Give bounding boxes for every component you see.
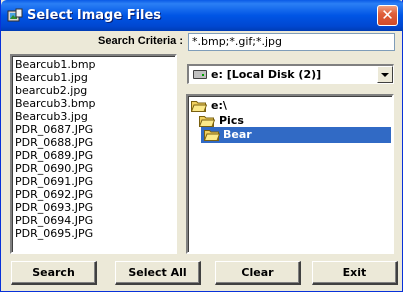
search-criteria-label: Search Criteria :	[98, 35, 183, 47]
file-list[interactable]: Bearcub1.bmp Bearcub1.jpg bearcub2.jpg Bear…	[10, 54, 177, 254]
close-button[interactable]: ✕	[377, 5, 398, 26]
image-files-app-icon	[7, 8, 23, 22]
exit-button[interactable]: Exit	[312, 261, 398, 285]
file-list-item[interactable]: PDR_0690.JPG	[15, 162, 175, 175]
select-image-files-dialog: Select Image Files ✕ Search Criteria : *…	[0, 0, 403, 292]
search-button[interactable]: Search	[11, 261, 97, 285]
directory-item-bear[interactable]: Bear	[201, 127, 391, 143]
title-bar[interactable]: Select Image Files ✕	[1, 0, 403, 31]
file-list-item[interactable]: Bearcub3.bmp	[15, 97, 175, 110]
file-list-item[interactable]: bearcub2.jpg	[15, 84, 175, 97]
directory-item-root[interactable]: e:\	[191, 98, 251, 114]
window-title: Select Image Files	[27, 8, 162, 23]
file-list-item[interactable]: PDR_0689.JPG	[15, 149, 175, 162]
close-icon: ✕	[381, 6, 394, 24]
open-folder-icon	[204, 130, 220, 141]
file-list-item[interactable]: PDR_0691.JPG	[15, 175, 175, 188]
clear-button[interactable]: Clear	[215, 261, 301, 285]
open-folder-icon	[191, 101, 207, 112]
drive-select[interactable]: e: [Local Disk (2)]	[187, 64, 394, 84]
file-list-item[interactable]: PDR_0692.JPG	[15, 188, 175, 201]
file-list-item[interactable]: Bearcub3.jpg	[15, 110, 175, 123]
file-list-item[interactable]: PDR_0693.JPG	[15, 201, 175, 214]
file-list-item[interactable]: PDR_0688.JPG	[15, 136, 175, 149]
directory-label: e:\	[211, 99, 227, 112]
file-list-item[interactable]: PDR_0695.JPG	[15, 227, 175, 240]
select-all-button[interactable]: Select All	[115, 261, 201, 285]
directory-label: Bear	[223, 128, 252, 141]
file-list-item[interactable]: Bearcub1.bmp	[15, 58, 175, 71]
open-folder-icon	[199, 116, 215, 127]
drive-select-value: e: [Local Disk (2)]	[211, 68, 322, 81]
file-list-item[interactable]: PDR_0694.JPG	[15, 214, 175, 227]
file-list-item[interactable]: Bearcub1.jpg	[15, 71, 175, 84]
hard-drive-icon	[193, 70, 207, 79]
chevron-down-icon[interactable]	[377, 66, 393, 83]
directory-tree[interactable]: e:\ Pics Bear	[186, 94, 394, 254]
file-list-item[interactable]: PDR_0687.JPG	[15, 123, 175, 136]
search-criteria-input[interactable]: *.bmp;*.gif;*.jpg	[188, 33, 395, 51]
